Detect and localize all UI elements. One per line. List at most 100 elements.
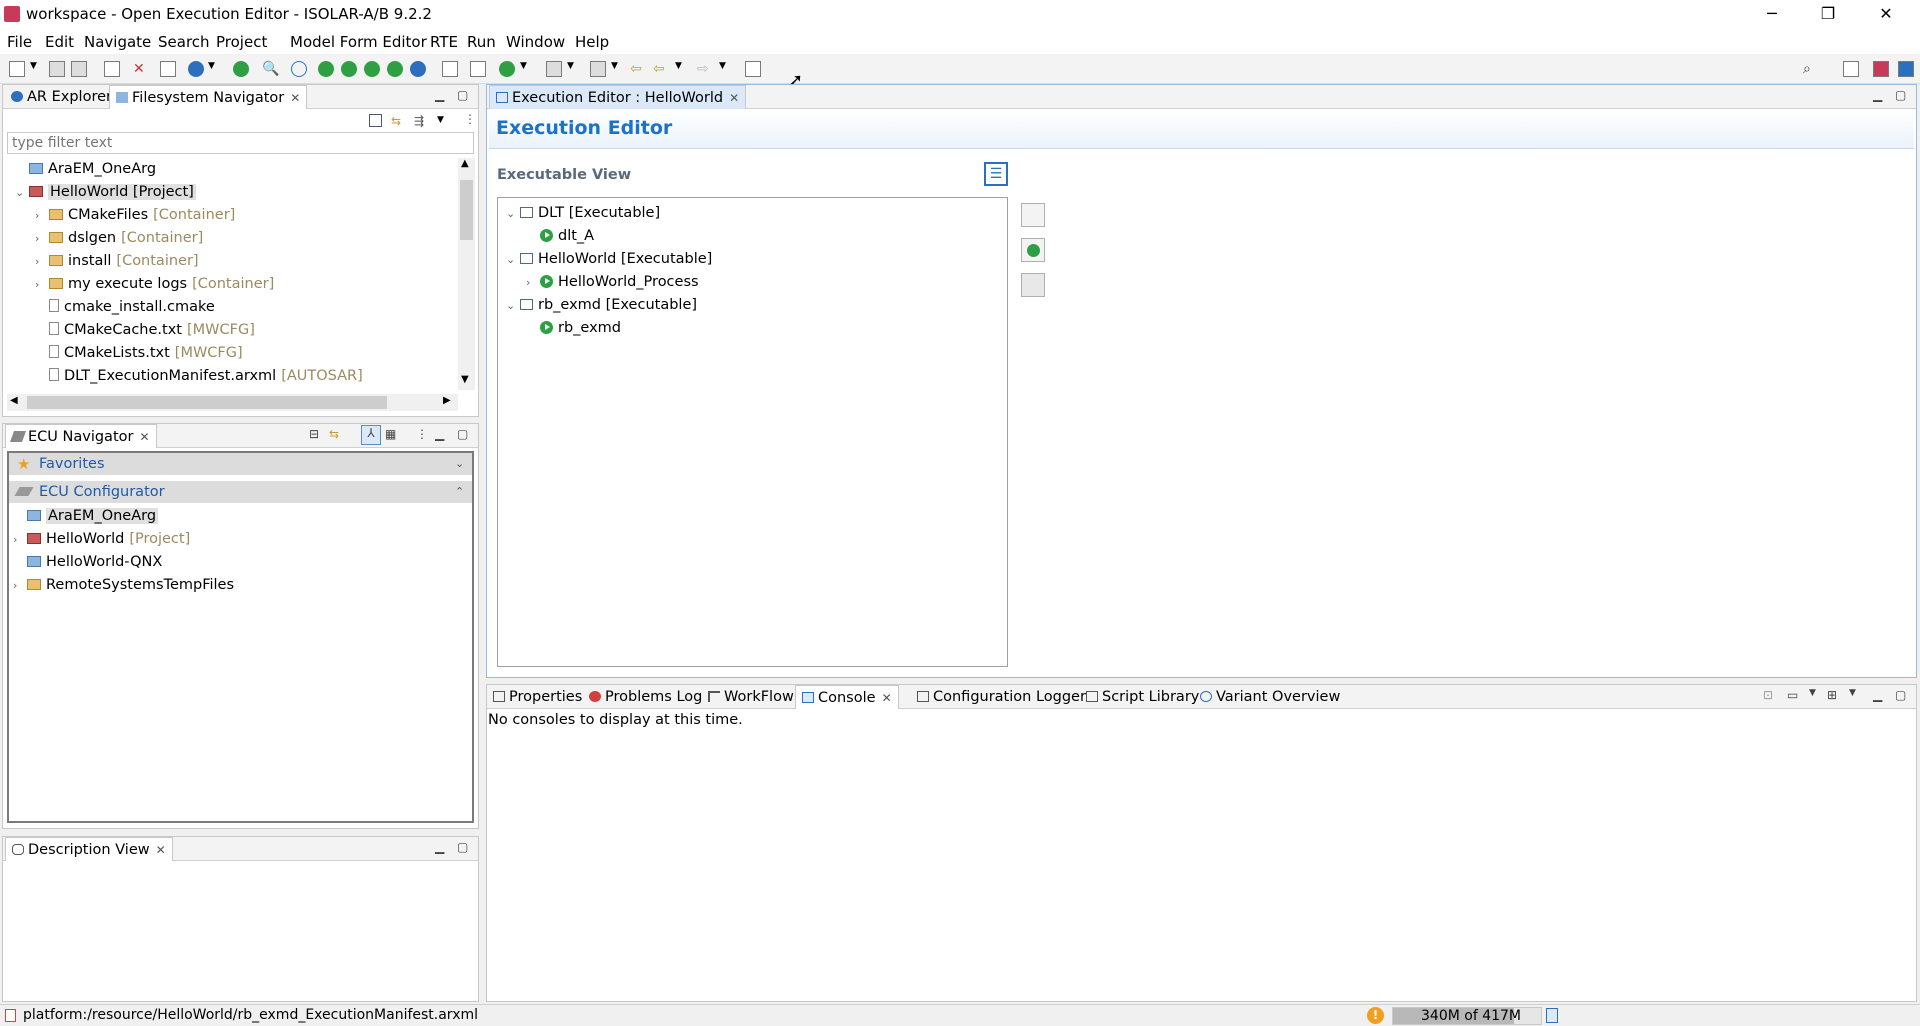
last-edit-icon[interactable]: ⇦	[630, 61, 646, 77]
collapse-icon[interactable]: ⌃	[455, 481, 464, 503]
zoom-icon[interactable]: 🔍	[262, 61, 279, 77]
add-executable-button[interactable]	[1021, 203, 1045, 227]
chevron-right-icon[interactable]: ›	[13, 575, 27, 597]
f-icon[interactable]	[364, 61, 380, 77]
process-item[interactable]: dlt_A	[526, 225, 594, 247]
menu-project[interactable]: Project	[216, 33, 267, 51]
grid-icon[interactable]: ▦	[385, 427, 396, 441]
tree-item[interactable]: CMakeCache.txt [MWCFG]	[35, 319, 255, 341]
external-tools-icon[interactable]	[546, 61, 562, 77]
menu-search[interactable]: Search	[158, 33, 210, 51]
sort-button[interactable]: ☰	[984, 162, 1008, 186]
process-item[interactable]: › HelloWorld_Process	[526, 271, 699, 293]
d-icon[interactable]	[341, 61, 357, 77]
tab-script-library[interactable]: Script Library	[1080, 685, 1205, 709]
chevron-down-icon[interactable]: ▼	[719, 61, 735, 77]
minimize-icon[interactable]: ▁	[435, 88, 444, 102]
tree-item[interactable]: CMakeLists.txt [MWCFG]	[35, 342, 243, 364]
menu-navigate[interactable]: Navigate	[84, 33, 151, 51]
chevron-down-icon[interactable]: ▼	[611, 61, 627, 77]
pin-console-icon[interactable]: ⊡	[1763, 688, 1773, 702]
ecu-configurator-section[interactable]: ECU Configurator ⌃	[9, 481, 472, 503]
executable-item[interactable]: ⌄ DLT [Executable]	[506, 202, 660, 224]
close-button[interactable]: ✕	[1863, 0, 1909, 30]
scroll-down-icon[interactable]: ▼	[461, 374, 469, 385]
open-perspective-icon[interactable]	[745, 61, 761, 77]
tab-problems-log[interactable]: Problems Log	[583, 685, 708, 709]
chevron-right-icon[interactable]: ›	[35, 274, 49, 296]
chevron-right-icon[interactable]: ›	[35, 205, 49, 227]
tree-item[interactable]: DLT_ExecutionManifest.arxml [AUTOSAR]	[35, 365, 363, 387]
tab-description-view[interactable]: Description View ✕	[5, 837, 173, 861]
minimize-icon[interactable]: ▁	[435, 840, 444, 854]
chevron-right-icon[interactable]: ›	[526, 272, 540, 294]
a-icon[interactable]	[318, 61, 334, 77]
chevron-down-icon[interactable]: ▼	[520, 61, 536, 77]
tree-item[interactable]: › dslgen [Container]	[35, 227, 203, 249]
scroll-right-icon[interactable]: ▶	[443, 395, 451, 406]
tab-configuration-logger[interactable]: Configuration Logger	[911, 685, 1092, 709]
maximize-icon[interactable]: ▢	[457, 840, 468, 854]
menu-edit[interactable]: Edit	[45, 33, 74, 51]
close-icon[interactable]: ✕	[156, 843, 166, 857]
menu-help[interactable]: Help	[575, 33, 609, 51]
l-icon[interactable]	[387, 61, 403, 77]
display-console-icon[interactable]: ▭	[1787, 688, 1798, 702]
tab-execution-editor[interactable]: Execution Editor : HelloWorld ✕	[489, 85, 747, 109]
filter-input[interactable]	[7, 132, 474, 154]
tree-item[interactable]: ⌄ HelloWorld [Project]	[15, 181, 196, 203]
ecu-tree-item[interactable]: HelloWorld-QNX	[13, 551, 162, 573]
vertical-scrollbar[interactable]: ▲ ▼	[458, 158, 475, 390]
tab-filesystem-navigator[interactable]: Filesystem Navigator ✕	[109, 85, 308, 109]
build-icon[interactable]	[104, 61, 120, 77]
chevron-down-icon[interactable]: ▼	[30, 61, 46, 77]
favorites-section[interactable]: ★ Favorites ⌄	[9, 453, 472, 475]
tree-item[interactable]: › CMakeFiles [Container]	[35, 204, 235, 226]
menu-model-form-editor[interactable]: Model Form Editor	[290, 33, 427, 51]
perspective-icon[interactable]	[1843, 61, 1859, 77]
minimize-button[interactable]: ─	[1749, 0, 1795, 30]
debug-icon[interactable]	[470, 61, 486, 77]
chevron-down-icon[interactable]: ⌄	[506, 249, 520, 271]
maximize-icon[interactable]: ▢	[1895, 88, 1906, 102]
minimize-icon[interactable]: ▁	[1873, 88, 1882, 102]
chevron-down-icon[interactable]: ▼	[1809, 688, 1816, 698]
collapse-all-icon[interactable]: ⊟	[309, 427, 319, 441]
ecu-perspective-icon[interactable]	[1898, 61, 1914, 77]
chevron-down-icon[interactable]: ▼	[567, 61, 583, 77]
tree-item[interactable]: › install [Container]	[35, 250, 199, 272]
chevron-down-icon[interactable]: ▼	[675, 61, 691, 77]
tab-ecu-navigator[interactable]: ECU Navigator ✕	[5, 424, 157, 448]
expand-icon[interactable]: ⌄	[455, 453, 464, 475]
chevron-down-icon[interactable]: ▼	[208, 61, 224, 77]
chevron-down-icon[interactable]: ▼	[1849, 688, 1856, 698]
add-process-button[interactable]	[1021, 238, 1045, 262]
tree-mode-icon[interactable]: ⅄	[361, 425, 381, 445]
chevron-down-icon[interactable]: ⌄	[15, 182, 29, 204]
chevron-down-icon[interactable]: ▼	[437, 115, 444, 125]
process-item[interactable]: rb_exmd	[526, 317, 621, 339]
ecu-tree-item[interactable]: AraEM_OneArg	[13, 505, 159, 527]
executable-item[interactable]: ⌄ rb_exmd [Executable]	[506, 294, 697, 316]
menu-rte[interactable]: RTE	[430, 33, 458, 51]
r-icon[interactable]	[442, 61, 458, 77]
maximize-icon[interactable]: ▢	[457, 427, 468, 441]
isolar-perspective-icon[interactable]	[1873, 61, 1889, 77]
menu-window[interactable]: Window	[506, 33, 565, 51]
chevron-right-icon[interactable]: ›	[35, 228, 49, 250]
close-icon[interactable]: ✕	[882, 691, 892, 705]
scroll-thumb[interactable]	[27, 396, 387, 409]
link-editor-icon[interactable]: ⇆	[329, 427, 339, 441]
o-icon[interactable]	[410, 61, 426, 77]
tab-console[interactable]: Console ✕	[795, 685, 899, 709]
scroll-up-icon[interactable]: ▲	[461, 158, 469, 169]
filter-icon[interactable]: ⇶	[414, 114, 428, 128]
close-icon[interactable]: ✕	[729, 91, 739, 105]
new-icon[interactable]	[9, 61, 25, 77]
b-icon[interactable]	[233, 61, 249, 77]
search-icon[interactable]: ⌕	[1803, 61, 1819, 77]
menu-file[interactable]: File	[7, 33, 32, 51]
executable-item[interactable]: ⌄ HelloWorld [Executable]	[506, 248, 712, 270]
ecu-tree-item[interactable]: › HelloWorld [Project]	[13, 528, 190, 550]
back-icon[interactable]: ⇦	[653, 61, 669, 77]
